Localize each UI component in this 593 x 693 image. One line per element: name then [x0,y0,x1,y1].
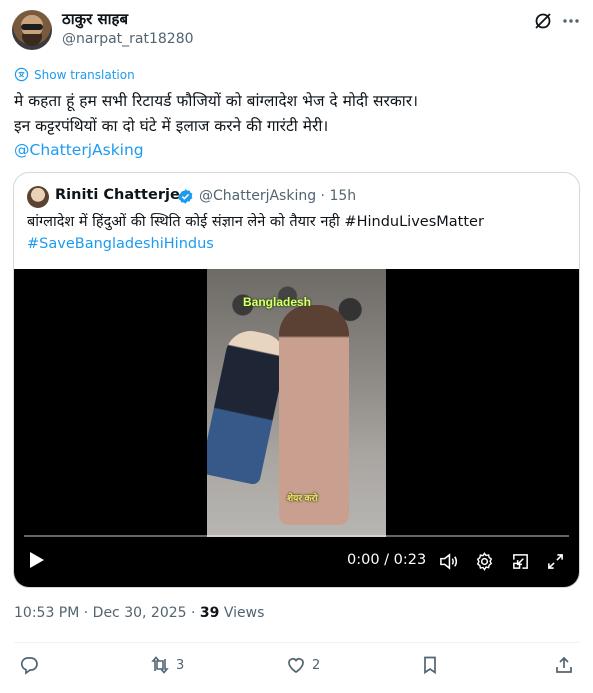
retweet-icon [151,656,169,674]
video-frame: Bangladesh शेयर करो [207,269,386,537]
quoted-tweet-card[interactable]: Riniti Chatterjee @ChatterjAsking · 15h … [13,172,580,588]
tweet-mention-link[interactable]: @ChatterjAsking [14,138,574,163]
volume-icon[interactable] [439,552,458,571]
bookmark-button[interactable] [420,655,440,675]
more-icon[interactable] [561,11,581,31]
video-progress-bar[interactable] [24,535,569,537]
video-overlay-text-bottom: शेयर करो [287,493,318,503]
settings-icon[interactable] [475,552,494,571]
like-icon [288,658,304,673]
quoted-author-handle-time[interactable]: @ChatterjAsking · 15h [199,188,356,204]
actions-divider [14,642,579,643]
tweet-line-1: मे कहता हूं हम सभी रिटायर्ड फौजियों को ब… [14,92,418,110]
tweet-text: मे कहता हूं हम सभी रिटायर्ड फौजियों को ब… [14,89,574,163]
tweet-meta: 10:53 PM · Dec 30, 2025 · 39 Views [14,605,264,621]
tweet-timestamp[interactable]: 10:53 PM · Dec 30, 2025 · [14,605,200,621]
show-translation-label: Show translation [34,67,135,82]
retweet-count: 3 [176,657,185,673]
video-player[interactable]: Bangladesh शेयर करो 0:00 / 0:23 [14,269,579,587]
show-translation-link[interactable]: Show translation [14,67,135,82]
reply-icon [20,657,38,675]
quoted-author-avatar[interactable] [27,186,49,208]
translate-icon [14,67,29,82]
retweet-button[interactable]: 3 [150,655,184,675]
reply-button[interactable] [19,655,45,675]
avatar-beard [22,34,42,46]
grok-icon[interactable] [533,11,553,31]
tweet-actions-bar: 3 2 [0,651,593,681]
author-avatar[interactable] [12,10,52,50]
video-time: 0:00 / 0:23 [347,552,427,568]
fullscreen-icon[interactable] [547,553,564,570]
share-icon [556,656,572,673]
play-icon[interactable] [29,551,45,569]
bookmark-icon [424,656,436,675]
author-display-name[interactable]: ठाकुर साहब [62,9,128,29]
quoted-line-1: बांग्लादेश में हिंदुओं की स्थिति कोई संज… [27,214,484,230]
pip-icon[interactable] [511,552,530,571]
video-overlay-text-top: Bangladesh [243,295,312,309]
avatar-sunglasses [21,24,43,30]
like-button[interactable]: 2 [286,655,320,675]
verified-icon [178,189,193,204]
quoted-tweet-text: बांग्लादेश में हिंदुओं की स्थिति कोई संज… [27,211,567,255]
views-label: Views [219,605,265,621]
quoted-hashtag-link[interactable]: #SaveBangladeshiHindus [27,233,567,255]
author-handle[interactable]: @narpat_rat18280 [62,31,194,47]
share-button[interactable] [554,655,574,675]
quoted-author-name[interactable]: Riniti Chatterjee [55,187,190,203]
views-count: 39 [199,605,220,621]
tweet-line-2: इन कट्टरपंथियों का दो घंटे में इलाज करने… [14,116,329,135]
like-count: 2 [312,657,321,673]
